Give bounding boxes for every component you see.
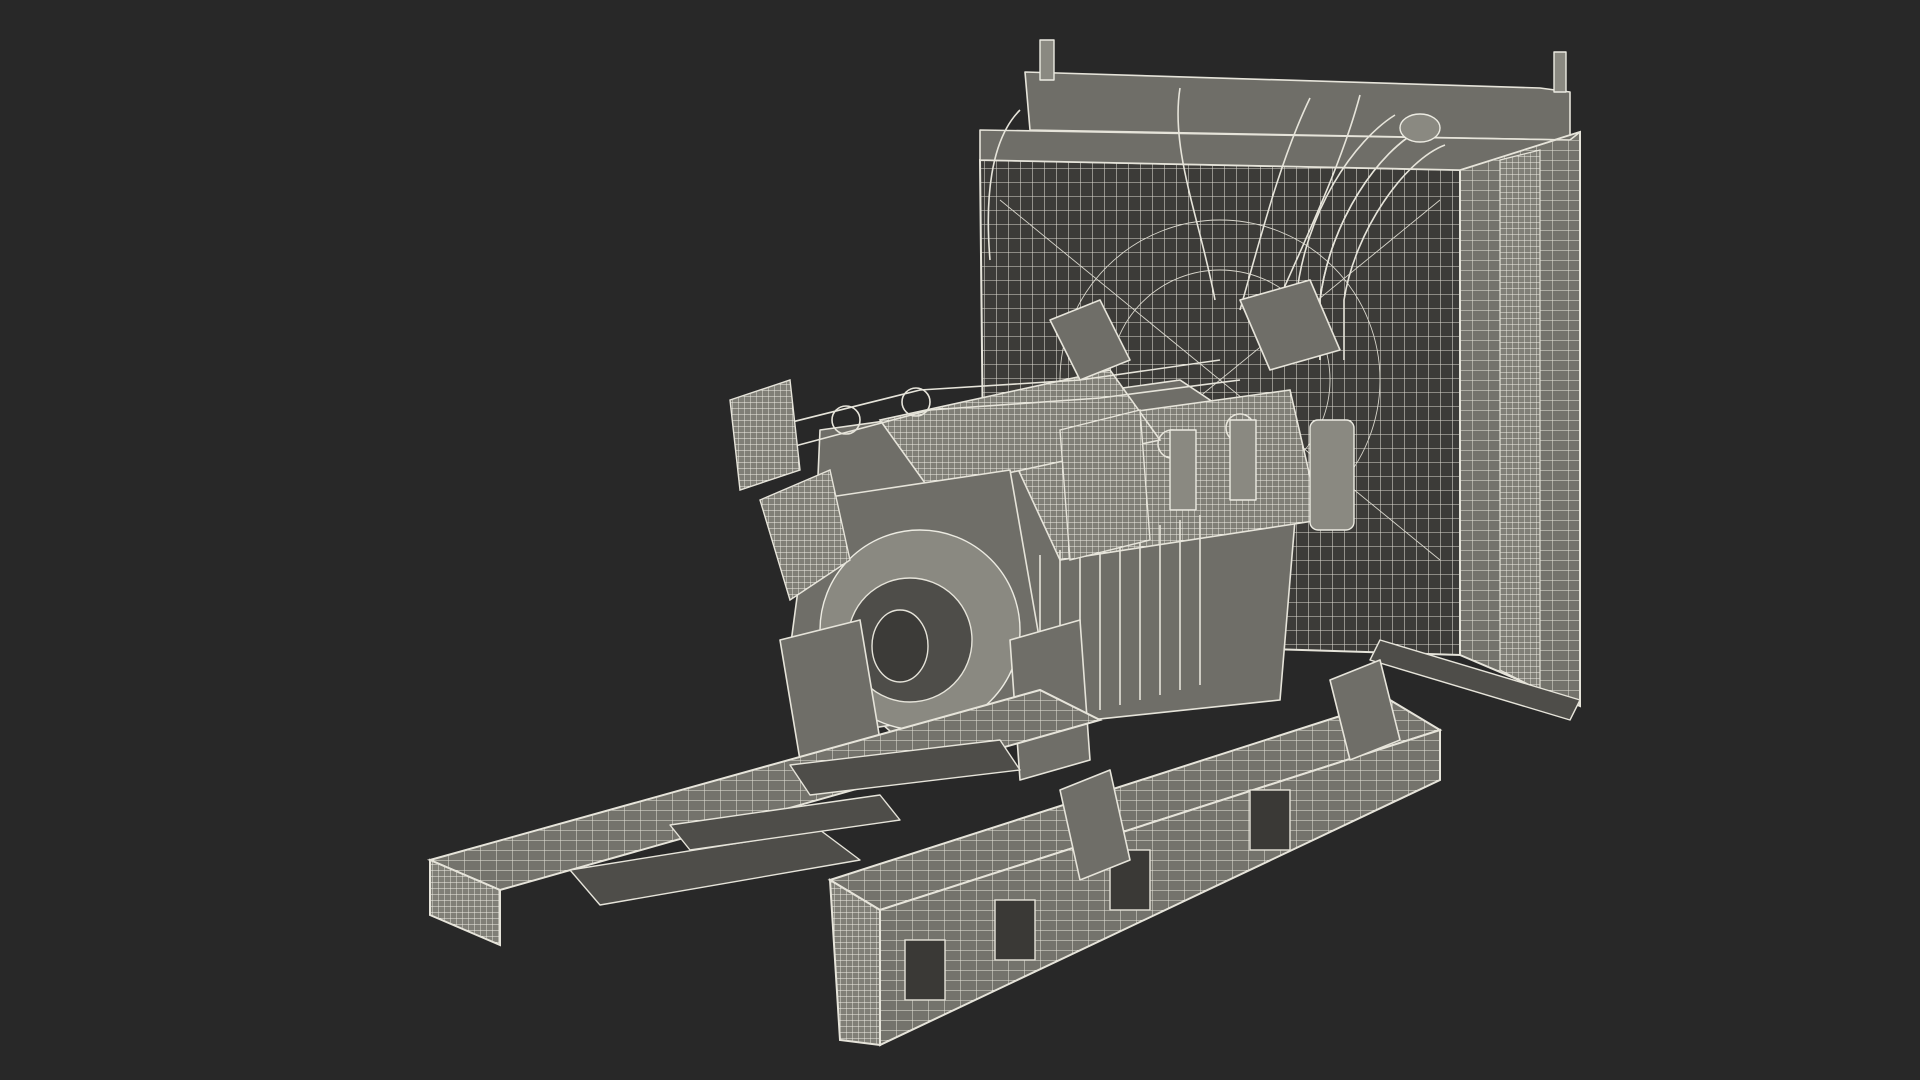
radiator-side-rails — [1499, 149, 1541, 691]
right-guard-plate — [1059, 409, 1151, 561]
flywheel-hub — [871, 609, 929, 683]
canister-1 — [1169, 429, 1197, 511]
render-viewport — [0, 0, 1920, 1080]
radiator-top-frame — [1024, 71, 1571, 141]
exhaust-cap — [1399, 113, 1441, 143]
oil-filter — [1309, 419, 1355, 531]
radiator-left-post — [1039, 39, 1055, 81]
generator-wireframe-render — [426, 39, 1581, 1047]
radiator-right-post — [1553, 51, 1567, 93]
canister-2 — [1229, 419, 1257, 501]
skid-right-rail-end — [828, 878, 881, 1047]
left-guard-plate — [729, 379, 801, 491]
